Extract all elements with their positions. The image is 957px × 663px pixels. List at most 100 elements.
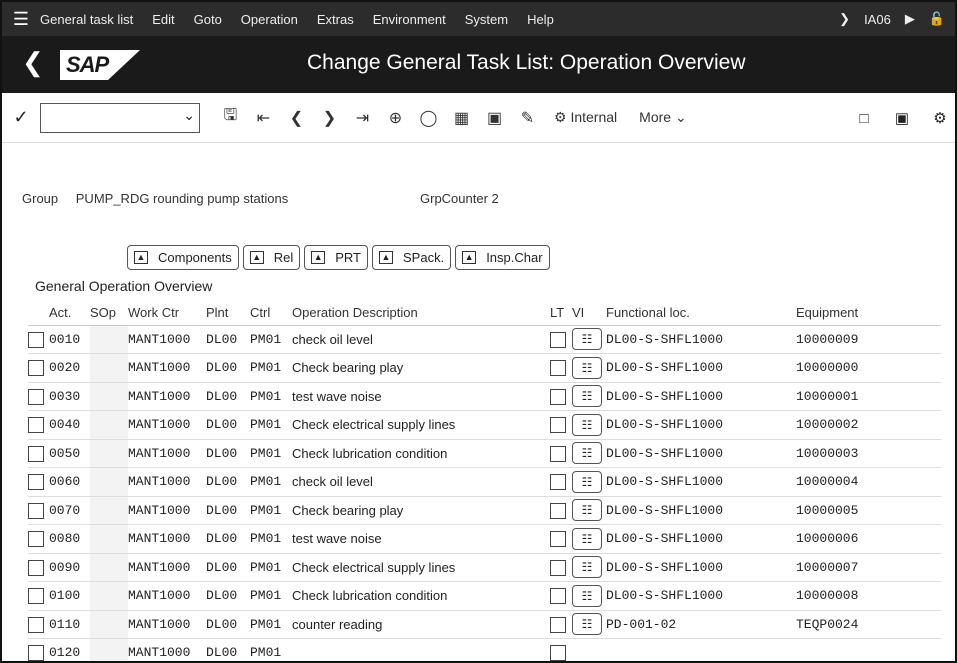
header-functional-loc[interactable]: Functional loc. [606, 301, 796, 326]
sop-cell[interactable] [90, 524, 128, 554]
equipment-cell[interactable]: 10000008 [796, 581, 941, 611]
act-cell[interactable]: 0050 [46, 439, 90, 468]
row-select-checkbox[interactable] [28, 496, 46, 525]
description-cell[interactable]: check oil level [292, 325, 550, 354]
table-row[interactable]: 0080 MANT1000 DL00 PM01 test wave noise ☷ DL00… [28, 524, 941, 554]
vi-cell[interactable]: ☷ [572, 553, 606, 582]
act-cell[interactable]: 0070 [46, 496, 90, 525]
checkbox[interactable] [28, 559, 44, 576]
header-plnt[interactable]: Plnt [206, 301, 250, 326]
act-cell[interactable]: 0110 [46, 610, 90, 639]
sop-cell[interactable] [90, 410, 128, 440]
lt-checkbox-cell[interactable] [550, 439, 572, 468]
user-fields-icon[interactable]: ☷ [572, 556, 602, 579]
equipment-cell[interactable]: 10000001 [796, 382, 941, 411]
menu-item-general-task-list[interactable]: General task list [40, 12, 133, 27]
table-row[interactable]: 0090 MANT1000 DL00 PM01 Check electrical sup… [28, 553, 941, 582]
work-ctr-cell[interactable]: MANT1000 [128, 581, 206, 611]
ctrl-cell[interactable]: PM01 [250, 467, 292, 497]
lt-checkbox[interactable] [550, 502, 566, 519]
ctrl-cell[interactable]: PM01 [250, 524, 292, 554]
row-select-checkbox[interactable] [28, 439, 46, 468]
vi-cell[interactable]: ☷ [572, 325, 606, 354]
act-cell[interactable]: 0100 [46, 581, 90, 611]
rel-button[interactable]: ▲ Rel [242, 245, 301, 270]
lt-checkbox[interactable] [550, 331, 566, 348]
sop-cell[interactable] [90, 325, 128, 354]
functional-loc-cell[interactable]: DL00-S-SHFL1000 [606, 382, 796, 411]
act-cell[interactable]: 0120 [46, 638, 90, 661]
plnt-cell[interactable]: DL00 [206, 496, 250, 525]
plnt-cell[interactable]: DL00 [206, 610, 250, 639]
equipment-cell[interactable] [796, 638, 941, 661]
lt-checkbox-cell[interactable] [550, 638, 572, 661]
user-fields-icon[interactable]: ☷ [572, 470, 602, 493]
functional-loc-cell[interactable] [606, 638, 796, 661]
act-cell[interactable]: 0040 [46, 410, 90, 440]
equipment-cell[interactable]: 10000006 [796, 524, 941, 554]
act-cell[interactable]: 0060 [46, 467, 90, 497]
user-fields-icon[interactable]: ☷ [572, 584, 602, 607]
lt-checkbox[interactable] [550, 445, 566, 462]
checkbox[interactable] [28, 445, 44, 462]
vi-cell[interactable]: ☷ [572, 581, 606, 611]
row-select-checkbox[interactable] [28, 353, 46, 383]
checkbox[interactable] [28, 645, 44, 661]
header-operation-description[interactable]: Operation Description [292, 301, 550, 326]
functional-loc-cell[interactable]: DL00-S-SHFL1000 [606, 524, 796, 554]
lt-checkbox[interactable] [550, 645, 566, 661]
equipment-cell[interactable]: 10000003 [796, 439, 941, 468]
equipment-cell[interactable]: 10000005 [796, 496, 941, 525]
lt-checkbox[interactable] [550, 360, 566, 377]
download-icon[interactable]: □ [845, 110, 883, 127]
row-select-checkbox[interactable] [28, 467, 46, 497]
internal-button[interactable]: ⚙ Internal [554, 109, 617, 126]
work-ctr-cell[interactable]: MANT1000 [128, 496, 206, 525]
lt-checkbox[interactable] [550, 588, 566, 605]
functional-loc-cell[interactable]: DL00-S-SHFL1000 [606, 553, 796, 582]
header-vi[interactable]: VI [572, 301, 606, 326]
functional-loc-cell[interactable]: DL00-S-SHFL1000 [606, 325, 796, 354]
save-icon[interactable]: 🖫 [214, 104, 247, 131]
row-select-checkbox[interactable] [28, 638, 46, 661]
lt-checkbox-cell[interactable] [550, 610, 572, 639]
chevron-down-icon[interactable]: ⌄ [183, 107, 195, 124]
plnt-cell[interactable]: DL00 [206, 325, 250, 354]
plnt-cell[interactable]: DL00 [206, 410, 250, 440]
last-page-icon[interactable]: ⇥ [346, 108, 379, 128]
plnt-cell[interactable]: DL00 [206, 439, 250, 468]
menu-item-environment[interactable]: Environment [373, 12, 446, 27]
sop-cell[interactable] [90, 382, 128, 411]
ctrl-cell[interactable]: PM01 [250, 325, 292, 354]
previous-icon[interactable]: ❮ [280, 108, 313, 128]
equipment-cell[interactable]: 10000002 [796, 410, 941, 440]
hamburger-icon[interactable]: ☰ [2, 9, 40, 30]
user-fields-icon[interactable]: ☷ [572, 356, 602, 379]
row-select-checkbox[interactable] [28, 553, 46, 582]
user-fields-icon[interactable]: ☷ [572, 385, 602, 408]
ctrl-cell[interactable]: PM01 [250, 638, 292, 661]
ctrl-cell[interactable]: PM01 [250, 439, 292, 468]
functional-loc-cell[interactable]: DL00-S-SHFL1000 [606, 353, 796, 383]
menu-item-extras[interactable]: Extras [317, 12, 354, 27]
lt-checkbox-cell[interactable] [550, 524, 572, 554]
act-cell[interactable]: 0020 [46, 353, 90, 383]
menu-item-operation[interactable]: Operation [241, 12, 298, 27]
window-icon[interactable]: ▣ [883, 109, 921, 127]
functional-loc-cell[interactable]: DL00-S-SHFL1000 [606, 410, 796, 440]
user-fields-icon[interactable]: ☷ [572, 613, 602, 636]
ctrl-cell[interactable]: PM01 [250, 581, 292, 611]
description-cell[interactable]: counter reading [292, 610, 550, 639]
ctrl-cell[interactable]: PM01 [250, 610, 292, 639]
header-ctrl[interactable]: Ctrl [250, 301, 292, 326]
description-cell[interactable]: check oil level [292, 467, 550, 497]
functional-loc-cell[interactable]: DL00-S-SHFL1000 [606, 581, 796, 611]
sop-cell[interactable] [90, 439, 128, 468]
table-row[interactable]: 0040 MANT1000 DL00 PM01 Check electrical sup… [28, 410, 941, 440]
unlock-icon[interactable]: 🔓 [929, 11, 945, 27]
vi-cell[interactable]: ☷ [572, 524, 606, 554]
lt-checkbox-cell[interactable] [550, 325, 572, 354]
sop-cell[interactable] [90, 610, 128, 639]
add-icon[interactable]: ⊕ [379, 108, 412, 128]
ctrl-cell[interactable]: PM01 [250, 553, 292, 582]
